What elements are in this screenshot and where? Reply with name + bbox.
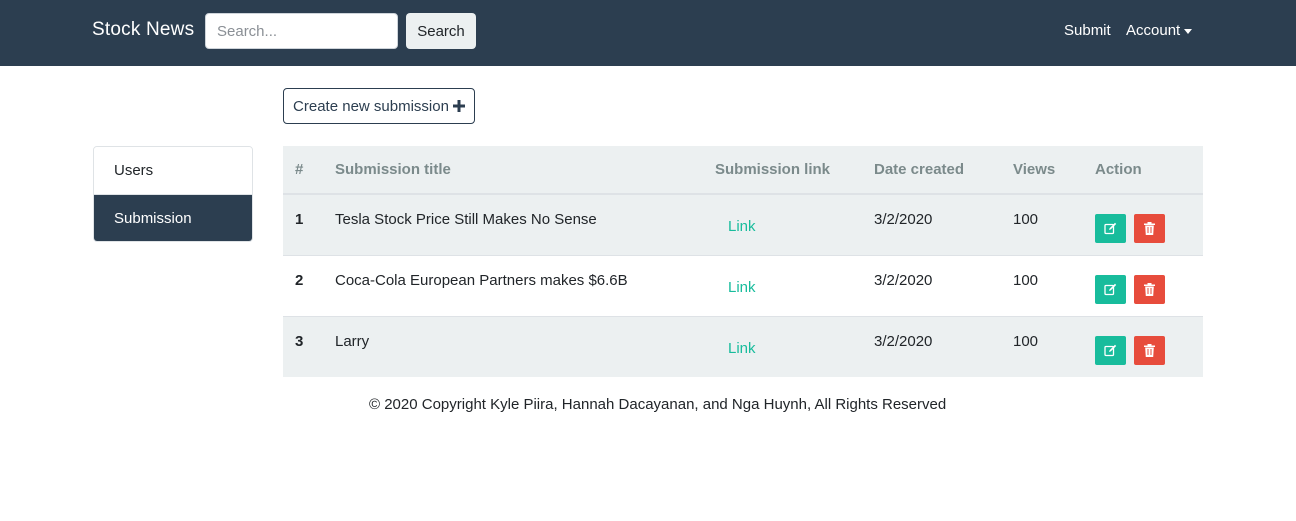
edit-button[interactable] — [1095, 274, 1126, 304]
date-created: 3/2/2020 — [874, 254, 1013, 316]
create-submission-label: Create new submission — [293, 97, 449, 115]
submissions-table: # Submission title Submission link Date … — [283, 146, 1203, 377]
trash-icon — [1144, 282, 1155, 296]
edit-icon — [1104, 222, 1117, 235]
create-submission-button[interactable]: Create new submission — [283, 88, 475, 124]
table-header-row: # Submission title Submission link Date … — [283, 146, 1203, 195]
account-dropdown[interactable]: Account — [1126, 22, 1193, 39]
submission-title: Coca-Cola European Partners makes $6.6B — [335, 254, 715, 316]
date-created: 3/2/2020 — [874, 211, 933, 228]
sidebar-item-label: Users — [114, 162, 154, 179]
sidebar-item-users[interactable]: Users — [94, 147, 252, 194]
submission-title: Larry — [335, 315, 715, 377]
delete-button[interactable] — [1134, 214, 1165, 243]
column-header-views: Views — [1013, 146, 1095, 195]
column-header-title: Submission title — [335, 146, 715, 195]
row-actions — [1095, 194, 1203, 255]
search-button[interactable]: Search — [406, 13, 476, 49]
trash-icon — [1144, 222, 1155, 235]
column-header-number: # — [283, 146, 335, 195]
brand-logo[interactable]: Stock News — [92, 19, 194, 41]
edit-button[interactable] — [1095, 214, 1126, 243]
column-header-action: Action — [1095, 146, 1203, 195]
account-label: Account — [1126, 22, 1181, 39]
nav-submit-link[interactable]: Submit — [1064, 22, 1111, 39]
date-created: 3/2/2020 — [874, 315, 1013, 377]
sidebar-item-submission[interactable]: Submission — [94, 194, 252, 241]
edit-button[interactable] — [1095, 335, 1126, 365]
views-count: 100 — [1013, 254, 1095, 316]
search-input[interactable] — [205, 13, 398, 49]
column-header-link: Submission link — [715, 146, 874, 195]
sidebar-item-label: Submission — [114, 209, 192, 227]
row-number: 2 — [283, 254, 335, 316]
row-actions — [1095, 315, 1203, 377]
submission-title: Tesla Stock Price Still Makes No Sense — [335, 211, 597, 228]
table-row: 3 Larry Link 3/2/2020 100 — [283, 315, 1203, 377]
edit-icon — [1104, 344, 1117, 356]
caret-down-icon — [1184, 28, 1193, 34]
delete-button[interactable] — [1134, 335, 1165, 365]
column-header-date: Date created — [874, 146, 1013, 195]
views-count: 100 — [1013, 315, 1095, 377]
trash-icon — [1144, 343, 1155, 357]
submission-link[interactable]: Link — [728, 340, 756, 357]
footer-copyright: © 2020 Copyright Kyle Piira, Hannah Daca… — [369, 396, 947, 413]
table-row: 1 Tesla Stock Price Still Makes No Sense… — [283, 194, 1203, 255]
edit-icon — [1104, 283, 1117, 295]
table-row: 2 Coca-Cola European Partners makes $6.6… — [283, 254, 1203, 316]
navbar: Stock News Search Submit Account — [0, 0, 1296, 66]
row-actions — [1095, 254, 1203, 316]
views-count: 100 — [1013, 211, 1039, 228]
row-number: 1 — [295, 211, 304, 228]
plus-icon — [452, 100, 465, 112]
delete-button[interactable] — [1134, 274, 1165, 304]
submission-link[interactable]: Link — [728, 279, 756, 296]
sidebar: Users Submission — [93, 146, 253, 242]
submission-link[interactable]: Link — [728, 218, 756, 235]
row-number: 3 — [283, 315, 335, 377]
